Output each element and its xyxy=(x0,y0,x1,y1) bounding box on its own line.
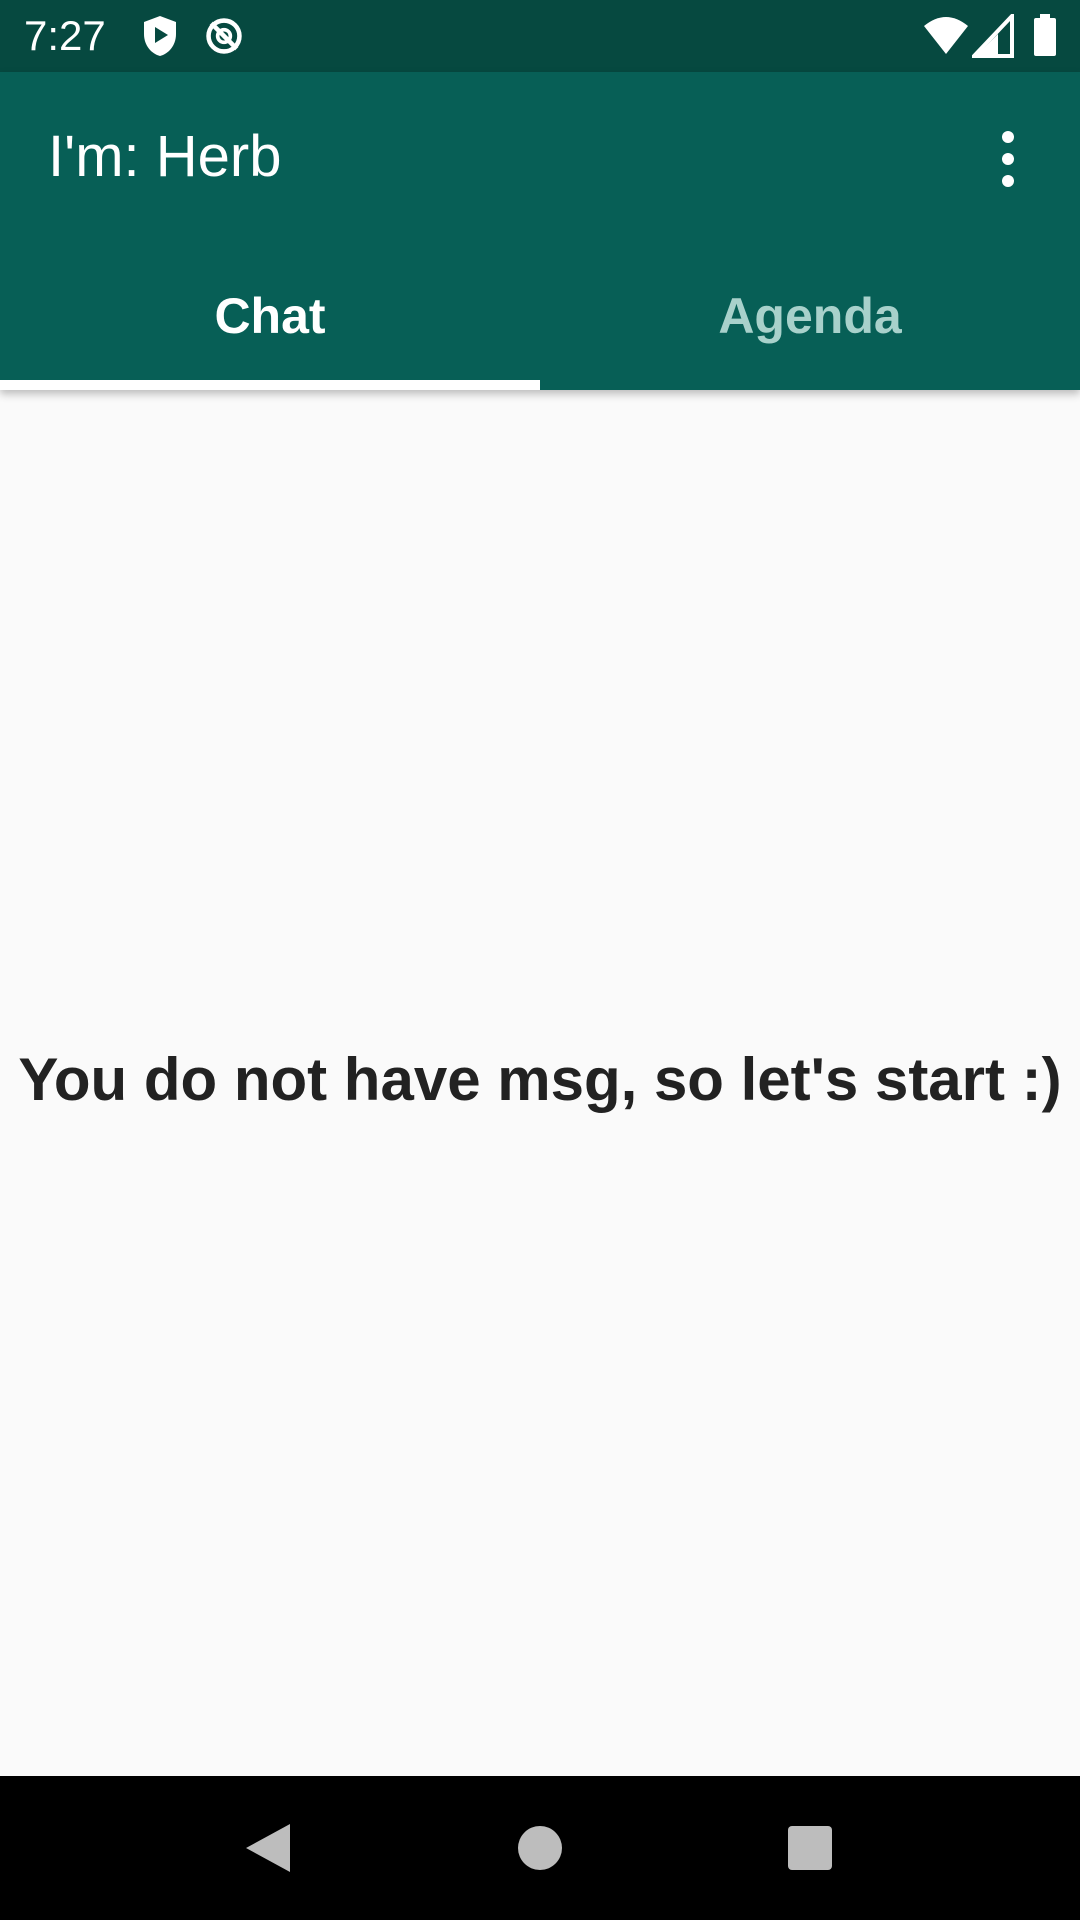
tab-selected-indicator xyxy=(0,380,540,390)
navigation-bar xyxy=(0,1776,1080,1920)
status-bar: 7:27 xyxy=(0,0,1080,72)
no-disturb-icon xyxy=(206,18,242,54)
tab-bar: Chat Agenda xyxy=(0,242,1080,390)
status-time: 7:27 xyxy=(24,12,106,59)
tab-chat[interactable]: Chat xyxy=(0,242,540,390)
app-bar: I'm: Herb Chat Agenda xyxy=(0,72,1080,390)
overflow-menu-icon[interactable] xyxy=(985,127,1031,191)
tab-chat-label: Chat xyxy=(214,288,326,344)
shield-play-icon xyxy=(144,16,176,56)
tab-agenda[interactable]: Agenda xyxy=(540,242,1080,390)
battery-icon xyxy=(1034,14,1056,56)
recents-icon[interactable] xyxy=(778,1816,842,1880)
home-icon[interactable] xyxy=(508,1816,572,1880)
cell-signal-icon xyxy=(972,14,1014,58)
empty-chat-message: You do not have msg, so let's start :) xyxy=(18,1046,1062,1113)
wifi-icon xyxy=(924,17,968,54)
page-title: I'm: Herb xyxy=(48,124,282,189)
tab-agenda-label: Agenda xyxy=(718,288,902,344)
back-icon[interactable] xyxy=(236,1816,300,1880)
